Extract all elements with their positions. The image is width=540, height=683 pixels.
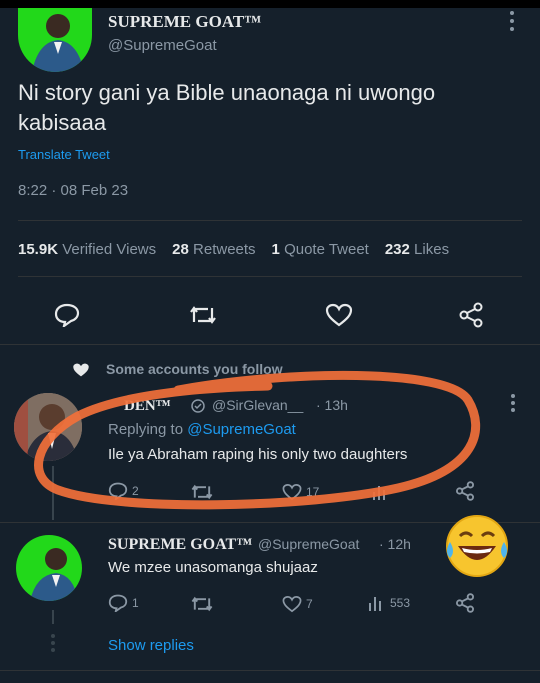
person-figure-icon <box>30 548 78 601</box>
likes-label: Likes <box>414 241 450 258</box>
tweet-text: Ni story gani ya Bible unaonaga ni uwong… <box>18 78 435 138</box>
reply-text: We mzee unasomanga shujaaz <box>108 559 318 576</box>
reply-icon <box>108 594 128 612</box>
retweets-stat[interactable]: 28 Retweets <box>172 241 255 258</box>
views-stat[interactable]: 15.9K Verified Views <box>18 241 156 258</box>
likes-count: 232 <box>384 241 410 258</box>
retweets-label: Retweets <box>193 241 256 258</box>
top-bar <box>0 0 540 8</box>
divider <box>0 344 540 345</box>
like-count: 7 <box>306 597 313 611</box>
like-button[interactable]: 7 <box>282 595 313 613</box>
reply-time[interactable]: · 12h <box>379 536 411 552</box>
annotation-circle <box>28 360 490 520</box>
retweet-icon[interactable] <box>190 595 214 613</box>
handle[interactable]: @SupremeGoat <box>258 536 359 552</box>
like-icon[interactable] <box>325 303 353 327</box>
likes-stat[interactable]: 232 Likes <box>385 241 449 258</box>
views-label: Verified Views <box>62 241 157 258</box>
avatar[interactable] <box>18 8 92 72</box>
views-button[interactable]: 553 <box>368 595 410 611</box>
more-icon[interactable] <box>509 393 517 413</box>
display-name[interactable]: SUPREME GOAT™ <box>108 12 261 32</box>
tweet-text-line: Ni story gani ya Bible unaonaga ni uwong… <box>18 80 436 105</box>
timestamp[interactable]: 8:22 · 08 Feb 23 <box>18 182 128 199</box>
reply-count: 1 <box>132 596 139 610</box>
thread-dots <box>50 610 56 654</box>
retweets-count: 28 <box>172 241 189 258</box>
view-count: 553 <box>390 596 411 610</box>
reply-button[interactable]: 1 <box>108 594 139 612</box>
avatar[interactable] <box>16 535 82 601</box>
quotes-label: Quote Tweet <box>284 241 369 258</box>
more-icon[interactable] <box>508 10 516 32</box>
tweet-text-line: kabisaaa <box>18 110 107 135</box>
person-figure-icon <box>32 14 84 72</box>
reply-icon[interactable] <box>54 303 80 327</box>
handle[interactable]: @SupremeGoat <box>108 37 217 54</box>
quotes-stat[interactable]: 1 Quote Tweet <box>272 241 369 258</box>
divider <box>0 670 540 671</box>
views-count: 15.9K <box>18 241 59 258</box>
views-icon <box>369 597 381 611</box>
share-icon[interactable] <box>458 302 484 328</box>
retweet-icon[interactable] <box>188 304 218 326</box>
show-replies-link[interactable]: Show replies <box>108 637 194 654</box>
share-icon[interactable] <box>455 593 475 613</box>
stats-row: 15.9K Verified Views 28 Retweets 1 Quote… <box>18 241 449 258</box>
divider <box>18 276 522 277</box>
like-icon <box>282 595 302 613</box>
translate-link[interactable]: Translate Tweet <box>18 147 110 162</box>
laughing-emoji-icon <box>442 512 512 580</box>
display-name[interactable]: SUPREME GOAT™ <box>108 536 252 554</box>
divider <box>18 220 522 221</box>
quotes-count: 1 <box>271 241 280 258</box>
